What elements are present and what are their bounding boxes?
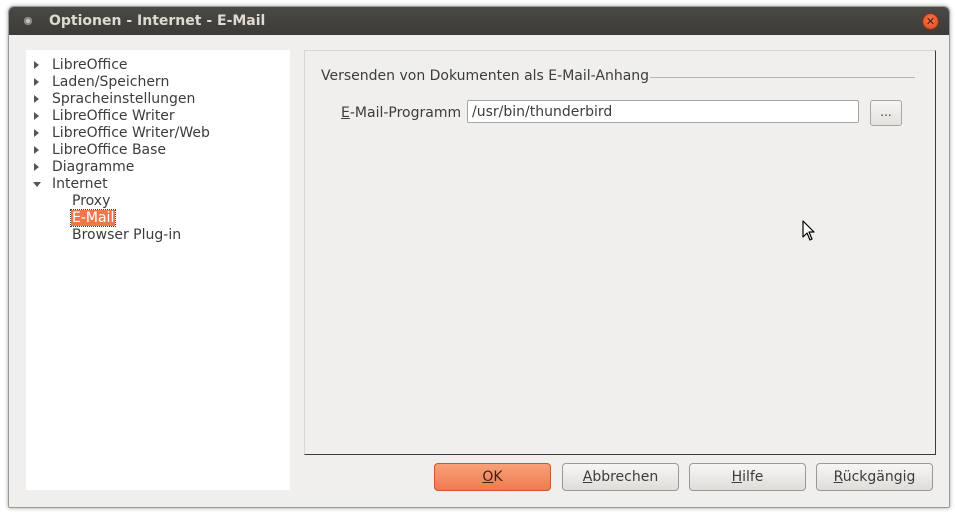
expand-arrow-icon[interactable] <box>34 61 39 69</box>
tree-item-label: LibreOffice Writer <box>52 108 175 124</box>
tree-item-label: Laden/Speichern <box>52 74 170 90</box>
ok-button[interactable]: OK <box>434 463 551 491</box>
section-divider <box>650 77 915 78</box>
help-mnemonic: H <box>731 469 743 485</box>
tree-item-label: Proxy <box>72 193 111 209</box>
tree-item-label-selected: E-Mail <box>69 209 117 227</box>
expand-arrow-icon[interactable] <box>34 95 39 103</box>
ok-mnemonic: O <box>482 469 494 485</box>
email-program-label-rest: -Mail-Programm <box>349 105 462 121</box>
window-menu-icon[interactable] <box>24 17 32 25</box>
expand-arrow-icon[interactable] <box>34 146 39 154</box>
tree-item-label: LibreOffice Base <box>52 142 167 158</box>
tree-item-email[interactable]: E-Mail <box>69 209 117 227</box>
options-tree: LibreOffice Laden/Speichern Spracheinste… <box>26 50 290 490</box>
help-label-rest: ilfe <box>742 469 764 485</box>
expand-arrow-icon[interactable] <box>34 129 39 137</box>
email-program-label: E-Mail-Programm <box>341 105 461 121</box>
close-icon[interactable]: ✕ <box>922 13 939 30</box>
reset-button[interactable]: Rückgängig <box>816 463 933 491</box>
expand-arrow-icon[interactable] <box>34 163 39 171</box>
collapse-arrow-icon[interactable] <box>33 182 41 187</box>
tree-item-label: Internet <box>52 176 108 192</box>
expand-arrow-icon[interactable] <box>34 78 39 86</box>
tree-item-label: Spracheinstellungen <box>52 91 196 107</box>
email-program-label-mnemonic: E <box>341 105 350 121</box>
options-dialog: Optionen - Internet - E-Mail ✕ LibreOffi… <box>8 6 950 508</box>
cancel-button[interactable]: Abbrechen <box>562 463 679 491</box>
cancel-label-rest: bbrechen <box>592 469 659 485</box>
email-options-panel: Versenden von Dokumenten als E-Mail-Anha… <box>304 50 936 455</box>
tree-item-proxy[interactable]: Proxy <box>72 193 110 210</box>
tree-item-label: LibreOffice <box>52 57 128 73</box>
browse-button[interactable]: ... <box>870 100 902 126</box>
email-program-input[interactable] <box>467 100 859 123</box>
cancel-mnemonic: A <box>582 469 593 485</box>
expand-arrow-icon[interactable] <box>34 112 39 120</box>
section-title: Versenden von Dokumenten als E-Mail-Anha… <box>321 68 650 84</box>
ok-label-rest: K <box>493 469 503 485</box>
help-button[interactable]: Hilfe <box>689 463 806 491</box>
tree-item-label: LibreOffice Writer/Web <box>52 125 210 141</box>
mouse-pointer-icon <box>802 220 815 241</box>
reset-mnemonic: R <box>833 469 843 485</box>
titlebar: Optionen - Internet - E-Mail ✕ <box>9 7 949 35</box>
tree-item-label: Diagramme <box>52 159 135 175</box>
window-title: Optionen - Internet - E-Mail <box>49 13 266 29</box>
tree-item-browser-plugin[interactable]: Browser Plug-in <box>72 227 181 244</box>
tree-item-label: Browser Plug-in <box>72 227 182 243</box>
reset-label-rest: ückgängig <box>842 469 916 485</box>
